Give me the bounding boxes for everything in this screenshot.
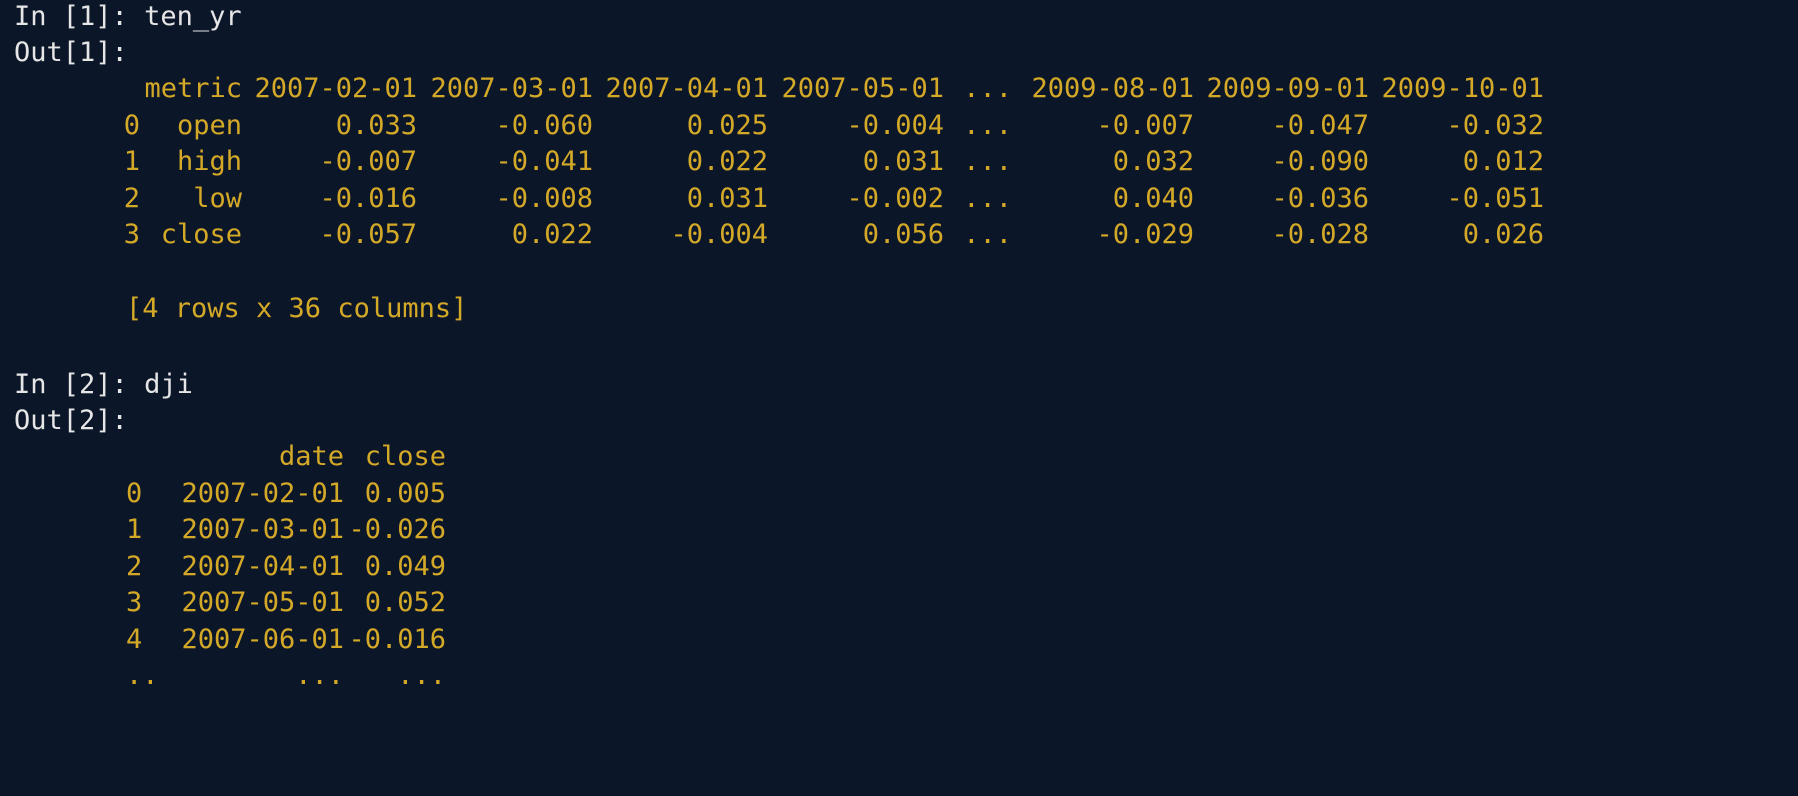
ipython-terminal: In [1]: ten_yr Out[1]: metric 2007-02-01 2… xyxy=(14,0,1794,796)
in-prompt-2: In [2]: xyxy=(14,369,128,400)
table-cell: ... xyxy=(295,660,344,691)
table-cell: -0.004 xyxy=(670,219,768,250)
table-cell: ... xyxy=(397,660,446,691)
row-index: 3 xyxy=(123,219,140,250)
table-cell: -0.057 xyxy=(319,219,417,250)
table-summary: [4 rows x 36 columns] xyxy=(126,293,468,324)
table-cell: 0.026 xyxy=(1462,219,1544,250)
table-cell: close xyxy=(160,219,242,250)
out-prompt-2: Out[2]: xyxy=(14,405,128,436)
in-code-2: dji xyxy=(144,369,193,400)
table-cell: ... xyxy=(963,219,1012,250)
table-cell: 0.056 xyxy=(862,219,944,250)
in-code-1: ten_yr xyxy=(144,1,242,32)
table-cell: -0.029 xyxy=(1096,219,1194,250)
table-cell: 0.022 xyxy=(511,219,593,250)
out-prompt-1: Out[1]: xyxy=(14,37,128,68)
in-prompt-1: In [1]: xyxy=(14,1,128,32)
table-cell: -0.028 xyxy=(1271,219,1369,250)
row-index: .. xyxy=(126,660,159,691)
